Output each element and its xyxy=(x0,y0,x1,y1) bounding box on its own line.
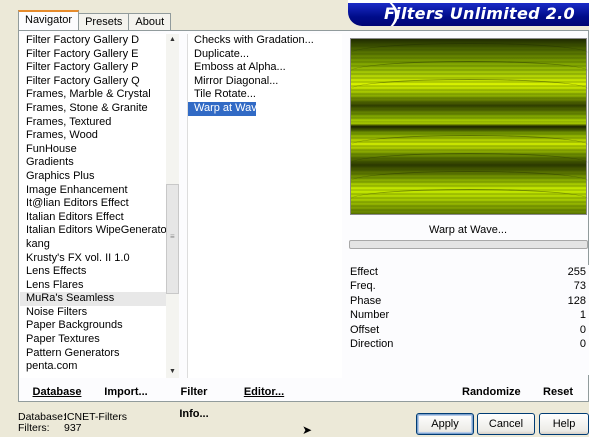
category-item[interactable]: Filter Factory Gallery Q xyxy=(20,75,178,89)
banner-title: Filters Unlimited 2.0 xyxy=(383,4,575,23)
category-item[interactable]: Italian Editors Effect xyxy=(20,211,178,225)
category-item[interactable]: kang xyxy=(20,238,178,252)
category-item[interactable]: Filter Factory Gallery P xyxy=(20,61,178,75)
tab-navigator[interactable]: Navigator xyxy=(18,10,80,30)
category-item[interactable]: Image Enhancement xyxy=(20,184,178,198)
category-item[interactable]: Paper Backgrounds xyxy=(20,319,178,333)
filters-unlimited-dialog: Filters Unlimited 2.0 Navigator Presets … xyxy=(0,0,589,437)
randomize-button-label: Randomize xyxy=(462,386,521,398)
param-label: Freq. xyxy=(350,280,376,293)
category-item[interactable]: Frames, Marble & Crystal xyxy=(20,88,178,102)
tab-strip: Navigator Presets About xyxy=(18,10,172,30)
filter-item[interactable]: Mirror Diagonal... xyxy=(188,75,342,89)
param-value: 73 xyxy=(573,280,586,293)
current-filter-label: Warp at Wave... xyxy=(348,220,588,240)
editor-button[interactable]: Editor... xyxy=(243,381,285,403)
param-value: 255 xyxy=(567,266,586,278)
filter-item[interactable]: Emboss at Alpha... xyxy=(188,61,342,75)
scroll-up-arrow-icon[interactable]: ▲ xyxy=(166,34,179,46)
category-item[interactable]: Graphics Plus xyxy=(20,170,178,184)
wave-line xyxy=(351,135,588,155)
filters-unlimited-banner: Filters Unlimited 2.0 xyxy=(348,0,589,26)
param-value: 0 xyxy=(579,323,586,336)
category-item[interactable]: Filter Factory Gallery E xyxy=(20,48,178,62)
category-item[interactable]: It@lian Editors Effect xyxy=(20,197,178,211)
database-button-label: Database xyxy=(32,386,82,398)
editor-button-label: Editor... xyxy=(243,386,285,398)
category-item[interactable]: FunHouse xyxy=(20,143,178,157)
wave-line xyxy=(351,61,588,81)
category-item[interactable]: Gradients xyxy=(20,156,178,170)
filters-count-label: Filters: xyxy=(18,422,50,434)
parameter-panel: Effect 255 Freq. 73 Phase 128 Number 1 O… xyxy=(348,265,589,375)
wave-line xyxy=(351,189,588,209)
category-item[interactable]: Filter Factory Gallery D xyxy=(20,34,178,48)
filter-item[interactable]: Duplicate... xyxy=(188,48,342,62)
grip-icon: ≡ xyxy=(170,232,175,241)
preview-image xyxy=(350,38,588,215)
import-button[interactable]: Import... xyxy=(100,381,152,403)
category-item[interactable]: Paper Textures xyxy=(20,333,178,347)
wave-line xyxy=(351,171,588,191)
param-label: Number xyxy=(350,309,390,322)
param-value: 1 xyxy=(579,309,586,322)
reset-button-label: Reset xyxy=(543,386,573,398)
scrollbar-thumb[interactable]: ≡ xyxy=(166,184,179,294)
param-direction[interactable]: Direction 0 xyxy=(348,337,589,351)
category-item-selected[interactable]: MuRa's Seamless xyxy=(20,292,178,306)
category-item[interactable]: Frames, Wood xyxy=(20,129,178,143)
filters-count-value: 937 xyxy=(64,422,82,434)
mouse-cursor-icon: ➤ xyxy=(302,423,313,437)
param-label: Offset xyxy=(350,323,380,336)
category-item[interactable]: Frames, Stone & Granite xyxy=(20,102,178,116)
category-item[interactable]: Pattern Generators xyxy=(20,347,178,361)
category-item[interactable]: penta.com xyxy=(20,360,178,374)
database-button[interactable]: Database xyxy=(22,381,92,403)
tab-presets[interactable]: Presets xyxy=(78,13,130,30)
filter-item[interactable]: Tile Rotate... xyxy=(188,88,342,102)
param-value: 0 xyxy=(579,337,586,350)
import-button-label: Import... xyxy=(104,386,148,398)
param-phase[interactable]: Phase 128 xyxy=(348,294,589,308)
category-item[interactable]: Italian Editors WipeGenerator xyxy=(20,224,178,238)
filter-info-button[interactable]: Filter Info... xyxy=(166,381,222,420)
param-label: Effect xyxy=(350,266,378,278)
category-item[interactable]: Lens Flares xyxy=(20,279,178,293)
param-freq[interactable]: Freq. 73 xyxy=(348,279,589,293)
param-label: Direction xyxy=(350,337,394,350)
wave-line xyxy=(351,153,588,173)
wave-line xyxy=(351,79,588,99)
category-item[interactable]: Frames, Textured xyxy=(20,116,178,130)
randomize-button[interactable]: Randomize xyxy=(462,381,521,403)
status-area: Database: ICNET-Filters Filters: 937 xyxy=(18,412,127,434)
category-item[interactable]: Lens Effects xyxy=(20,265,178,279)
param-offset[interactable]: Offset 0 xyxy=(348,323,589,337)
category-list[interactable]: Filter Factory Gallery D Filter Factory … xyxy=(20,34,178,378)
wave-line xyxy=(351,43,588,63)
filter-info-button-label: Filter Info... xyxy=(179,386,209,420)
param-value: 128 xyxy=(567,294,586,307)
category-item[interactable]: Krusty's FX vol. II 1.0 xyxy=(20,252,178,266)
category-item[interactable]: Noise Filters xyxy=(20,306,178,320)
filter-item-selected[interactable]: Warp at Wave... xyxy=(188,101,272,116)
param-number[interactable]: Number 1 xyxy=(348,308,589,322)
filter-list[interactable]: Checks with Gradation... Duplicate... Em… xyxy=(187,34,342,378)
tab-about[interactable]: About xyxy=(128,13,172,30)
preview-zoom-slider[interactable] xyxy=(349,240,588,249)
param-effect[interactable]: Effect 255 xyxy=(348,265,589,279)
category-scrollbar[interactable]: ▲ ≡ ▼ xyxy=(166,34,179,378)
filter-item[interactable]: Checks with Gradation... xyxy=(188,34,342,48)
scroll-down-arrow-icon[interactable]: ▼ xyxy=(166,366,179,378)
param-label: Phase xyxy=(350,294,382,307)
reset-button[interactable]: Reset xyxy=(538,381,578,403)
